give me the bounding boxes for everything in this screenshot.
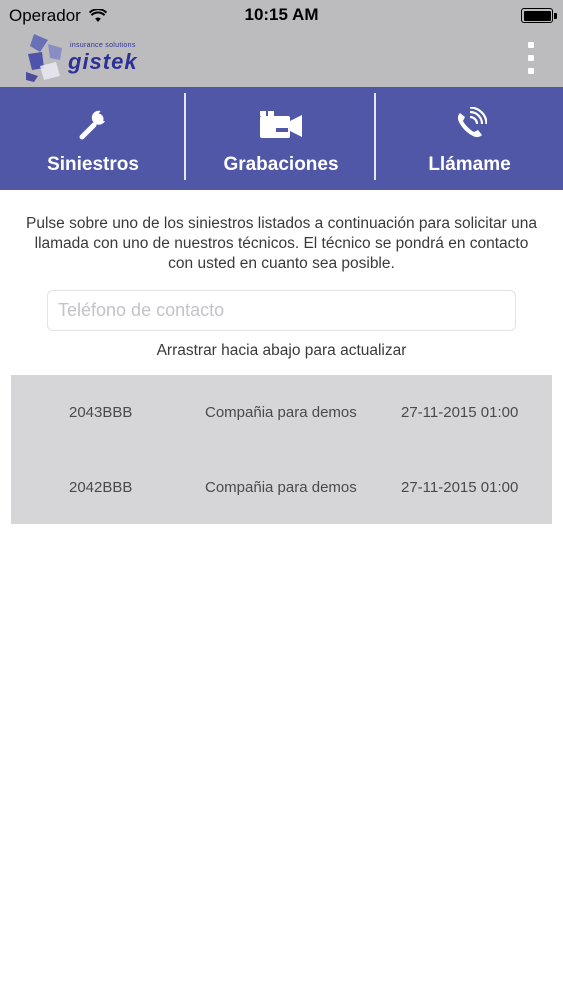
tab-llamame[interactable]: Llámame: [376, 87, 563, 190]
wrench-icon: [0, 107, 186, 141]
logo-mark-icon: [26, 34, 62, 82]
claim-date: 27-11-2015 01:00: [401, 479, 519, 496]
claim-row[interactable]: 2043BBB Compañia para demos 27-11-2015 0…: [11, 375, 552, 450]
tab-llamame-label: Llámame: [428, 154, 511, 175]
phone-call-icon: [376, 107, 563, 141]
logo-tagline: insurance solutions: [70, 42, 136, 49]
claim-date: 27-11-2015 01:00: [401, 404, 519, 421]
instructions-text: Pulse sobre uno de los siniestros listad…: [26, 215, 537, 272]
battery-level: [523, 10, 551, 21]
gistek-logo[interactable]: insurance solutions gistek: [26, 32, 166, 84]
video-camera-icon: [186, 107, 376, 141]
tab-grabaciones[interactable]: Grabaciones: [186, 87, 376, 190]
tab-siniestros-label: Siniestros: [47, 154, 139, 175]
logo-name: gistek: [68, 49, 138, 74]
more-vertical-icon: [528, 42, 534, 48]
more-vertical-icon-dot: [528, 55, 534, 61]
claim-company: Compañia para demos: [205, 404, 357, 421]
app-header: insurance solutions gistek: [0, 30, 563, 87]
clock: 10:15 AM: [244, 5, 319, 24]
tab-grabaciones-label: Grabaciones: [223, 154, 339, 175]
claim-id: 2042BBB: [69, 479, 133, 496]
battery-icon: [521, 8, 553, 23]
pull-to-refresh-hint: Arrastrar hacia abajo para actualizar: [156, 342, 407, 359]
claim-company: Compañia para demos: [205, 479, 357, 496]
claims-list: 2043BBB Compañia para demos 27-11-2015 0…: [11, 375, 552, 524]
battery-nub: [554, 13, 557, 19]
claim-row[interactable]: 2042BBB Compañia para demos 27-11-2015 0…: [11, 450, 552, 525]
more-vertical-icon-dot: [528, 68, 534, 74]
phone-input[interactable]: [47, 290, 516, 331]
tab-bar: Siniestros Grabaciones Llámame: [0, 87, 563, 190]
claim-id: 2043BBB: [69, 404, 133, 421]
status-bar: Operador 10:15 AM: [0, 0, 563, 30]
tab-siniestros[interactable]: Siniestros: [0, 87, 186, 190]
more-menu-button[interactable]: [521, 42, 541, 74]
